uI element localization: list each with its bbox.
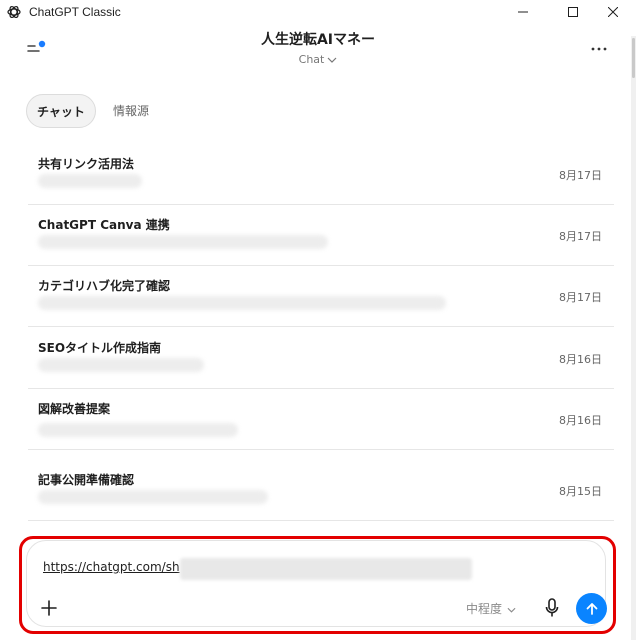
tab-sources[interactable]: 情報源 <box>113 102 149 119</box>
chat-title: 共有リンク活用法 <box>38 157 135 171</box>
chat-date: 8月15日 <box>559 485 602 498</box>
more-dots-icon[interactable] <box>590 44 608 54</box>
maximize-icon <box>568 7 578 17</box>
chat-snippet-redacted <box>38 490 268 504</box>
chat-title: 記事公開準備確認 <box>38 473 135 487</box>
chat-snippet-redacted <box>38 296 446 310</box>
chevron-down-icon <box>327 57 337 63</box>
chat-title: カテゴリハブ化完了確認 <box>38 279 171 293</box>
chat-title: SEOタイトル作成指南 <box>38 341 162 355</box>
chat-snippet-redacted <box>38 235 328 249</box>
arrow-up-icon <box>586 602 597 615</box>
list-fade <box>28 522 614 540</box>
chevron-down-icon <box>507 607 516 613</box>
message-input[interactable]: https://chatgpt.com/sh <box>43 560 180 574</box>
send-button[interactable] <box>576 593 607 624</box>
chat-list-item[interactable]: 共有リンク活用法 8月17日 <box>28 144 614 205</box>
reasoning-effort-label: 中程度 <box>466 602 503 616</box>
conversation-title: 人生逆転AIマネー <box>260 32 376 48</box>
model-label: Chat <box>298 53 325 66</box>
chat-snippet-redacted <box>38 358 204 372</box>
chat-list-item[interactable]: SEOタイトル作成指南 8月16日 <box>28 328 614 389</box>
title-bar: ChatGPT Classic <box>0 0 636 24</box>
chat-date: 8月17日 <box>559 291 602 304</box>
chat-list-item[interactable]: カテゴリハブ化完了確認 8月17日 <box>28 266 614 327</box>
chat-snippet-redacted <box>38 423 238 437</box>
chat-date: 8月17日 <box>559 169 602 182</box>
chat-date: 8月17日 <box>559 230 602 243</box>
chat-list-item[interactable]: 図解改善提案 8月16日 <box>28 389 614 450</box>
close-button[interactable] <box>590 0 636 24</box>
scrollbar-thumb[interactable] <box>632 38 635 78</box>
plus-icon[interactable] <box>41 600 57 616</box>
reasoning-effort-selector[interactable]: 中程度 <box>466 600 516 617</box>
microphone-icon[interactable] <box>544 598 560 618</box>
chat-date: 8月16日 <box>559 414 602 427</box>
tab-chat[interactable]: チャット <box>26 94 96 128</box>
chat-date: 8月16日 <box>559 353 602 366</box>
chat-list-item[interactable]: 記事公開準備確認 8月15日 <box>28 460 614 521</box>
minimize-icon <box>518 11 528 13</box>
close-icon <box>608 7 618 17</box>
redacted-url <box>180 558 472 580</box>
model-selector[interactable]: Chat <box>0 53 636 66</box>
chat-title: ChatGPT Canva 連携 <box>38 218 170 232</box>
chat-title: 図解改善提案 <box>38 402 111 416</box>
window-title: ChatGPT Classic <box>29 5 121 19</box>
chat-snippet-redacted <box>38 174 142 188</box>
scrollbar-track[interactable] <box>631 36 636 640</box>
minimize-button[interactable] <box>500 0 546 24</box>
composer <box>26 540 606 627</box>
openai-logo-icon <box>7 5 21 19</box>
chat-list-item[interactable]: ChatGPT Canva 連携 8月17日 <box>28 205 614 266</box>
